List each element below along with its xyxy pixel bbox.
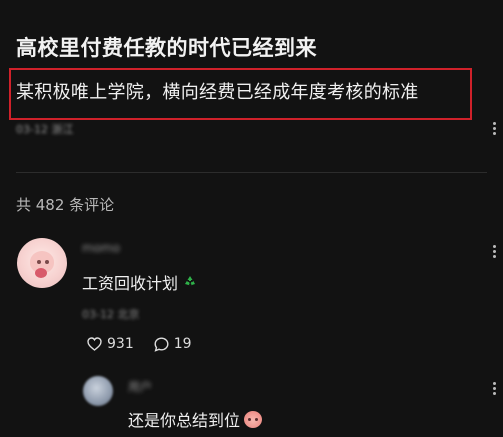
like-count: 931 bbox=[107, 336, 134, 352]
comment-author[interactable]: 用户 bbox=[128, 378, 152, 395]
divider bbox=[16, 172, 487, 173]
comment-more-icon[interactable] bbox=[493, 382, 499, 400]
comment-text-content: 工资回收计划 bbox=[82, 274, 179, 293]
comment-bubble-icon bbox=[154, 336, 169, 352]
comment-author[interactable]: momo bbox=[82, 241, 120, 255]
avatar[interactable] bbox=[83, 376, 113, 406]
post-title: 高校里付费任教的时代已经到来 bbox=[16, 36, 317, 60]
recycle-icon bbox=[182, 274, 199, 290]
comment-text: 工资回收计划 bbox=[82, 270, 199, 294]
post-page: 高校里付费任教的时代已经到来 某积极唯上学院，横向经费已经成年度考核的标准 03… bbox=[0, 0, 503, 437]
comment-count: 共 482 条评论 bbox=[16, 196, 115, 214]
comment-text-content: 还是你总结到位 bbox=[128, 411, 241, 430]
post-meta: 03-12 浙江 bbox=[16, 123, 74, 136]
post-subtitle: 某积极唯上学院，横向经费已经成年度考核的标准 bbox=[16, 82, 419, 103]
peach-face-icon bbox=[244, 410, 263, 428]
reply-button[interactable]: 19 bbox=[154, 336, 192, 352]
comment-actions: 931 19 bbox=[87, 336, 212, 352]
post-more-icon[interactable] bbox=[493, 122, 499, 140]
comment-more-icon[interactable] bbox=[493, 245, 499, 263]
avatar[interactable] bbox=[17, 238, 67, 288]
comment-text: 还是你总结到位 bbox=[128, 407, 263, 431]
heart-icon bbox=[87, 337, 102, 351]
reply-count: 19 bbox=[173, 336, 192, 352]
comment-time: 03-12 北京 bbox=[82, 308, 140, 321]
like-button[interactable]: 931 bbox=[87, 336, 134, 352]
